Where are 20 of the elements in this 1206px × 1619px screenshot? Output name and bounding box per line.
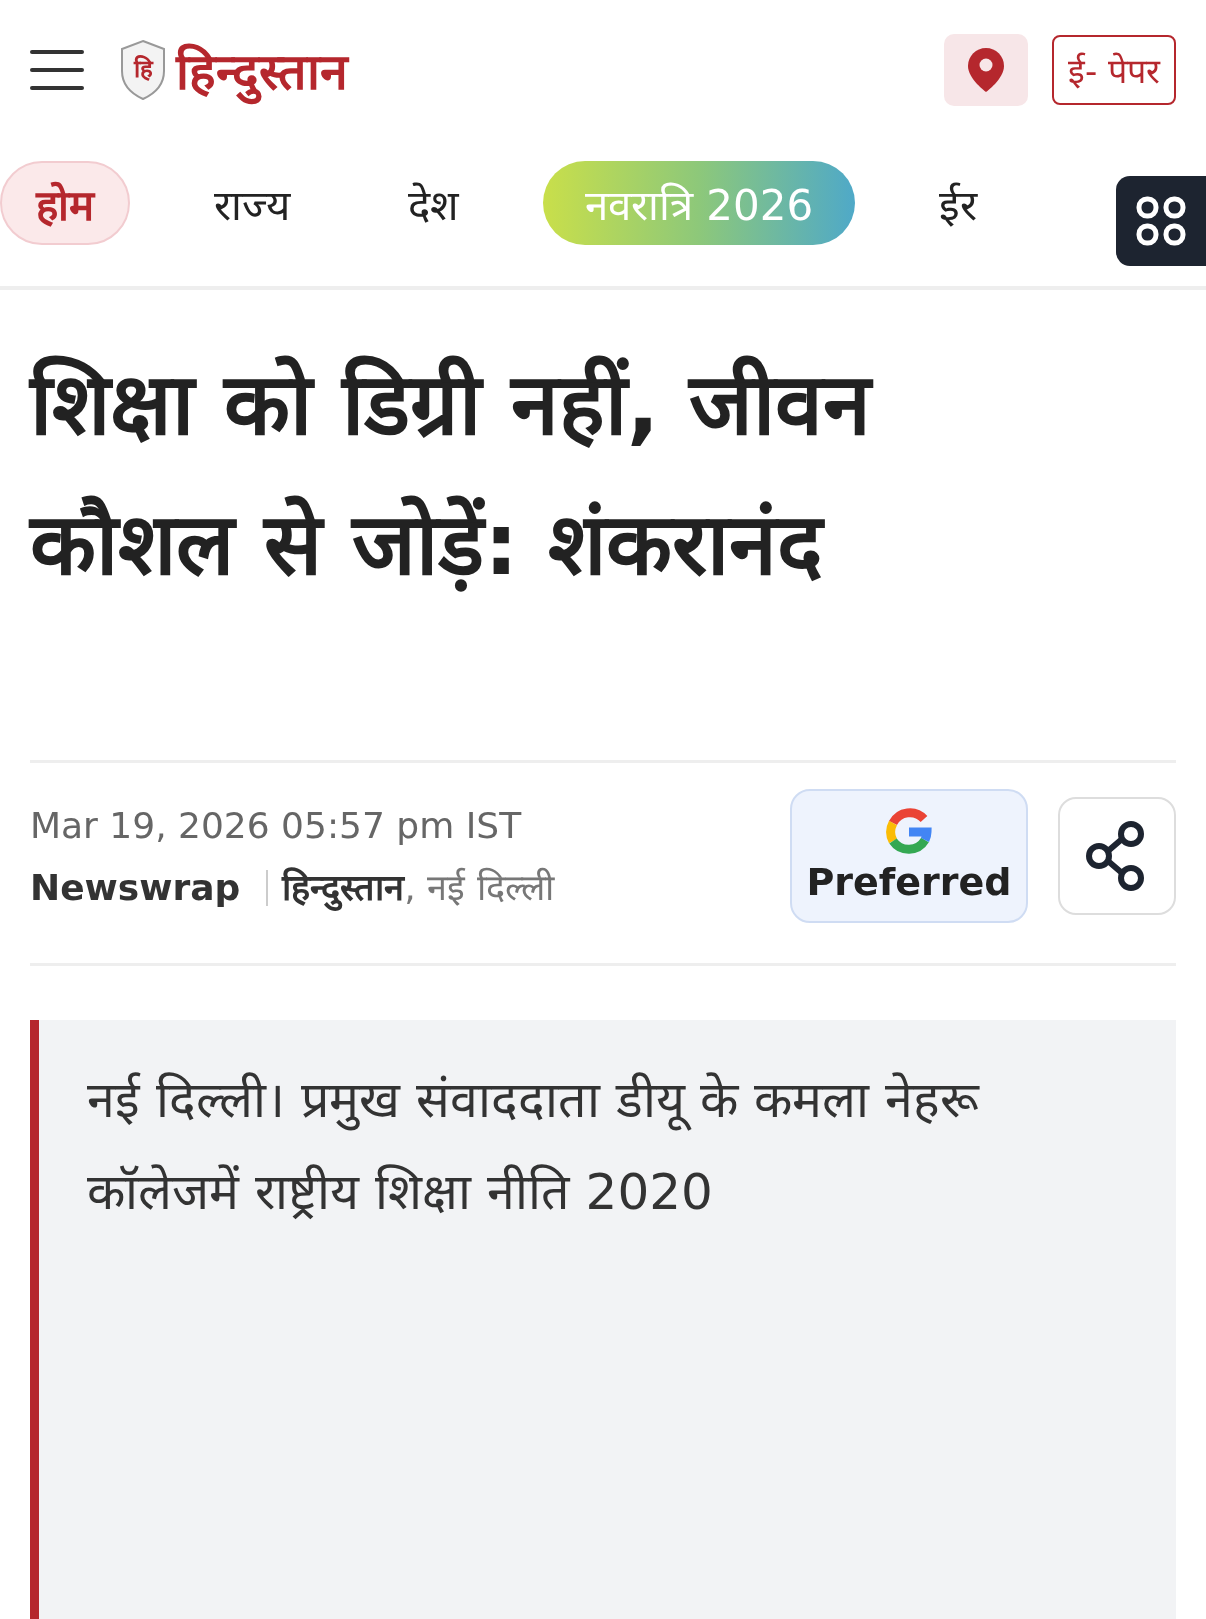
article-summary: नई दिल्ली। प्रमुख संवाददाता डीयू के कमला नेहरू कॉलेजमें राष्ट्रीय शिक्षा नीति 2020	[87, 1070, 981, 1223]
nav-tab[interactable]: होम	[0, 161, 130, 245]
grid-icon	[1135, 195, 1187, 247]
location-pin-icon	[966, 47, 1005, 93]
epaper-button[interactable]: ई- पेपर	[1051, 35, 1176, 105]
share-button[interactable]	[1058, 797, 1176, 915]
all-sections-button[interactable]	[1116, 176, 1206, 266]
source-location: हिन्दुस्तान, नई दिल्ली	[282, 858, 554, 918]
g-logo-icon	[885, 808, 933, 856]
preferred-source-button[interactable]: Preferred	[790, 789, 1028, 923]
nav-tab[interactable]: राज्य	[180, 161, 324, 245]
site-logo-text[interactable]: हिन्दुस्तान	[176, 36, 348, 104]
menu-icon[interactable]	[30, 50, 84, 90]
author-name[interactable]: Newswrap	[30, 858, 241, 918]
shield-logo-icon[interactable]: हि	[120, 39, 166, 101]
location-button[interactable]	[943, 34, 1028, 106]
nav-tab[interactable]: देश	[374, 161, 493, 245]
publish-timestamp: Mar 19, 2026 05:57 pm IST	[30, 804, 523, 848]
article-headline: शिक्षा को डिग्री नहीं, जीवन कौशल से जोड़ें: शंकरानंद	[30, 353, 875, 596]
nav-tab[interactable]: ईर	[905, 161, 1012, 245]
